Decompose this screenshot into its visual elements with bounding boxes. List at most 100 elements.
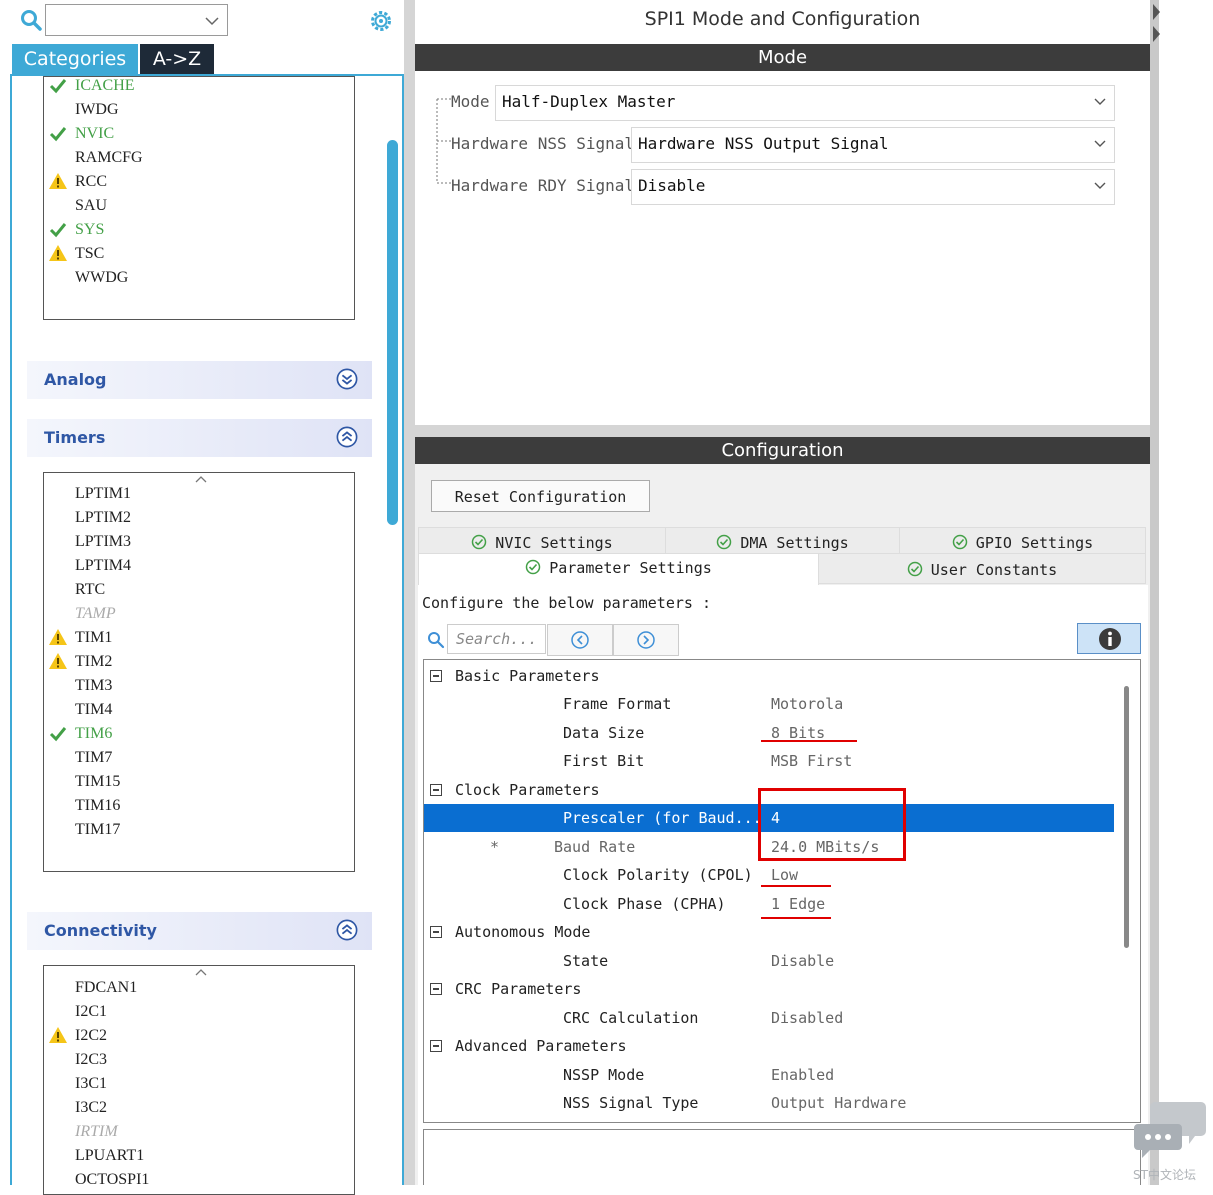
list-item[interactable]: OCTOSPI1 [44, 1168, 354, 1192]
param-first-bit[interactable]: First Bit MSB First [424, 747, 1114, 775]
list-item-label: IRTIM [75, 1123, 118, 1140]
list-item[interactable]: NVIC [44, 122, 354, 146]
param-state[interactable]: State Disable [424, 947, 1114, 975]
list-item[interactable]: I3C2 [44, 1096, 354, 1120]
list-item[interactable]: LPTIM1 [44, 482, 354, 506]
list-item[interactable]: TIM16 [44, 794, 354, 818]
list-item[interactable]: LPTIM3 [44, 530, 354, 554]
section-timers[interactable]: Timers [27, 419, 372, 457]
collapse-toggle[interactable] [430, 784, 442, 796]
group-autonomous-mode[interactable]: Autonomous Mode [424, 918, 1114, 946]
checkmark-icon [49, 727, 67, 742]
tree-connector [436, 98, 451, 184]
param-nss-signal-type[interactable]: NSS Signal Type Output Hardware [424, 1089, 1114, 1117]
list-item[interactable]: LPTIM4 [44, 554, 354, 578]
list-item-label: SAU [75, 197, 108, 214]
tree-scrollbar[interactable] [1124, 686, 1129, 948]
chat-bubble-icon [1134, 1102, 1206, 1158]
collapse-icon[interactable] [336, 919, 358, 941]
collapse-toggle[interactable] [430, 1040, 442, 1052]
group-basic-parameters[interactable]: Basic Parameters [424, 662, 1114, 690]
info-button[interactable] [1077, 623, 1141, 654]
tab-gpio-settings[interactable]: GPIO Settings [899, 527, 1146, 554]
check-circle-icon [472, 534, 487, 550]
list-item-label: FDCAN1 [75, 979, 138, 996]
list-item-label: TIM4 [75, 701, 113, 718]
list-item-label: TIM6 [75, 725, 113, 742]
collapse-arrows-icon[interactable] [1151, 2, 1161, 46]
tab-categories[interactable]: Categories [12, 44, 138, 75]
list-item[interactable]: WWDG [44, 266, 354, 290]
mode-select[interactable]: Half-Duplex Master [495, 85, 1115, 121]
section-connectivity[interactable]: Connectivity [27, 912, 372, 950]
list-item[interactable]: TIM4 [44, 698, 354, 722]
tab-dma-settings[interactable]: DMA Settings [665, 527, 900, 554]
list-item[interactable]: I3C1 [44, 1072, 354, 1096]
param-value: 8 Bits [771, 724, 826, 742]
list-item[interactable]: LPTIM2 [44, 506, 354, 530]
collapse-icon[interactable] [336, 426, 358, 448]
param-data-size[interactable]: Data Size 8 Bits [424, 719, 1114, 747]
list-item[interactable]: RAMCFG [44, 146, 354, 170]
left-scrollbar-thumb[interactable] [387, 140, 398, 525]
list-item[interactable]: TIM2 [44, 650, 354, 674]
chevron-up-icon[interactable] [195, 968, 207, 976]
list-item[interactable]: I2C1 [44, 1000, 354, 1024]
system-core-list: ICACHE IWDG NVIC RAMCFG RCC SAU SYS TSC WWDG [43, 76, 355, 320]
configuration-header: Configuration [415, 437, 1150, 464]
hw-nss-select[interactable]: Hardware NSS Output Signal [631, 127, 1115, 163]
list-item[interactable]: SAU [44, 194, 354, 218]
group-advanced-parameters[interactable]: Advanced Parameters [424, 1032, 1114, 1060]
list-item[interactable]: ICACHE [44, 77, 354, 98]
list-item[interactable]: LPUART1 [44, 1144, 354, 1168]
tab-parameter-settings[interactable]: Parameter Settings [418, 553, 819, 586]
list-item[interactable]: I2C3 [44, 1048, 354, 1072]
collapse-toggle[interactable] [430, 926, 442, 938]
param-name: Data Size [563, 724, 645, 742]
search-combo[interactable] [45, 4, 228, 36]
search-prev-button[interactable] [547, 624, 613, 656]
list-item[interactable]: TAMP [44, 602, 354, 626]
gear-icon[interactable] [369, 9, 393, 33]
list-item[interactable]: I2C2 [44, 1024, 354, 1048]
param-frame-format[interactable]: Frame Format Motorola [424, 690, 1114, 718]
tab-user-constants[interactable]: User Constants [818, 553, 1146, 584]
tab-nvic-settings[interactable]: NVIC Settings [418, 527, 666, 554]
list-item[interactable]: SYS [44, 218, 354, 242]
list-item[interactable]: TIM17 [44, 818, 354, 842]
collapse-toggle[interactable] [430, 670, 442, 682]
list-item[interactable]: IWDG [44, 98, 354, 122]
param-nssp-mode[interactable]: NSSP Mode Enabled [424, 1061, 1114, 1089]
parameter-search-input[interactable]: Search... [447, 624, 546, 654]
param-name: CRC Calculation [563, 1009, 699, 1027]
warning-icon [49, 653, 67, 669]
section-analog[interactable]: Analog [27, 361, 372, 399]
warning-icon [49, 629, 67, 645]
collapse-toggle[interactable] [430, 983, 442, 995]
list-item[interactable]: TIM3 [44, 674, 354, 698]
list-item-label: TIM7 [75, 749, 113, 766]
section-connectivity-label: Connectivity [44, 921, 157, 940]
param-value: Disabled [771, 1009, 844, 1027]
search-next-button[interactable] [613, 624, 679, 656]
list-item[interactable]: TSC [44, 242, 354, 266]
reset-configuration-button[interactable]: Reset Configuration [431, 480, 650, 512]
hw-rdy-select[interactable]: Disable [631, 169, 1115, 205]
list-item[interactable]: TIM1 [44, 626, 354, 650]
list-item[interactable]: TIM6 [44, 722, 354, 746]
splitter[interactable] [404, 0, 415, 1185]
list-item[interactable]: TIM7 [44, 746, 354, 770]
search-icon[interactable] [20, 9, 42, 31]
list-item[interactable]: TIM15 [44, 770, 354, 794]
list-item[interactable]: IRTIM [44, 1120, 354, 1144]
expand-icon[interactable] [336, 368, 358, 390]
param-value: 1 Edge [771, 895, 826, 913]
tab-a-z[interactable]: A->Z [140, 44, 214, 75]
list-item[interactable]: RTC [44, 578, 354, 602]
list-item[interactable]: RCC [44, 170, 354, 194]
param-crc-calculation[interactable]: CRC Calculation Disabled [424, 1004, 1114, 1032]
list-item[interactable]: FDCAN1 [44, 976, 354, 1000]
param-cpha[interactable]: Clock Phase (CPHA) 1 Edge [424, 890, 1114, 918]
group-crc-parameters[interactable]: CRC Parameters [424, 975, 1114, 1003]
list-item-label: I2C1 [75, 1003, 107, 1020]
